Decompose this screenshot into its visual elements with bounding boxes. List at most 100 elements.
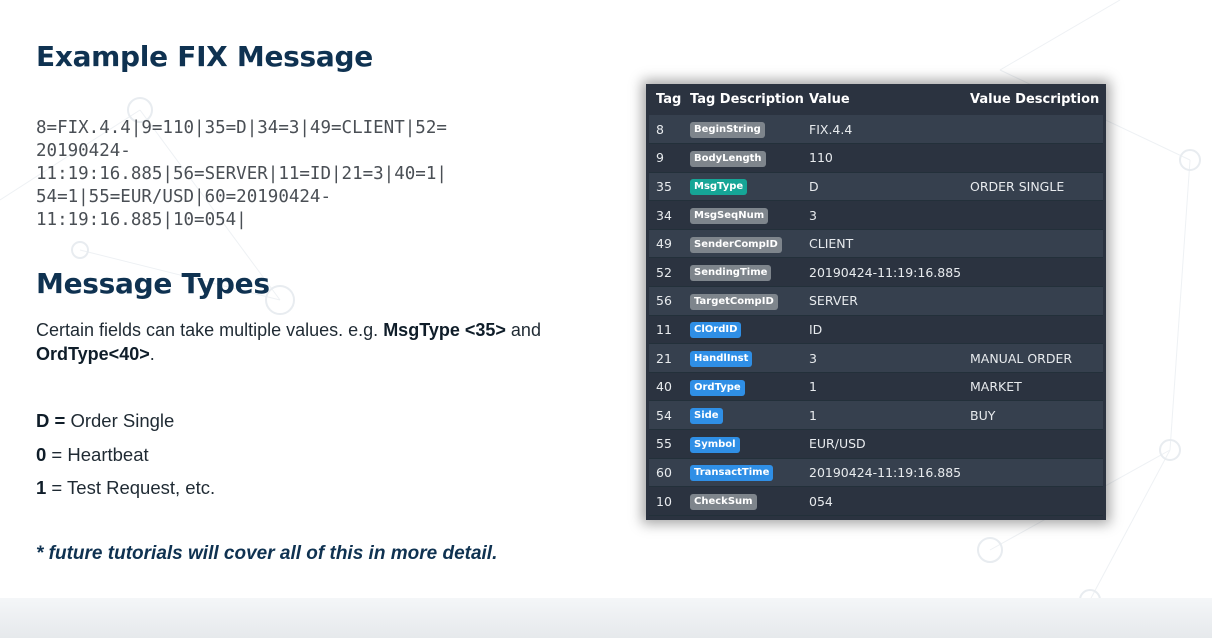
fix-fields-table-card: Tag Tag Description Value Value Descript… (646, 84, 1106, 520)
fix-message-line: 20190424- (36, 141, 131, 161)
table-row: 35 MsgType D ORDER SINGLE (649, 172, 1103, 202)
table-row: 55 Symbol EUR/USD (649, 429, 1103, 459)
tag-number: 9 (649, 143, 690, 173)
message-types-list: D = Order Single 0 = Heartbeat 1 = Test … (36, 408, 215, 509)
table-row: 60 TransactTime 20190424-11:19:16.885 (649, 458, 1103, 488)
field-value: 1 (809, 372, 970, 402)
fix-message-text: 8=FIX.4.4|9=110|35=D|34=3|49=CLIENT|52= … (36, 117, 556, 232)
field-value: D (809, 172, 970, 202)
table-row: 10 CheckSum 054 (649, 486, 1103, 516)
field-value: SERVER (809, 286, 970, 316)
tag-description-badge: OrdType (690, 379, 745, 396)
tag-number: 52 (649, 257, 690, 288)
tag-description-badge: Symbol (690, 436, 740, 453)
table-row: 34 MsgSeqNum 3 (649, 200, 1103, 230)
value-description: MANUAL ORDER (970, 343, 1103, 373)
field-value: 110 (809, 143, 970, 173)
paragraph-bold-ordtype: OrdType<40> (36, 344, 150, 364)
tag-description-badge: SenderCompID (690, 236, 782, 253)
tag-number: 11 (649, 315, 690, 345)
tag-number: 56 (649, 286, 690, 316)
value-description (970, 458, 1103, 488)
tag-number: 55 (649, 429, 690, 459)
value-description (970, 286, 1103, 316)
footnote: * future tutorials will cover all of thi… (36, 543, 498, 564)
message-type-item: 1 = Test Request, etc. (36, 475, 215, 509)
message-types-paragraph: Certain fields can take multiple values.… (36, 318, 576, 366)
tag-description-badge: MsgSeqNum (690, 208, 769, 225)
table-row: 40 OrdType 1 MARKET (649, 372, 1103, 402)
tag-description-badge: BodyLength (690, 150, 766, 167)
field-value: 3 (809, 343, 970, 373)
table-row: 56 TargetCompID SERVER (649, 286, 1103, 316)
paragraph-text: and (505, 320, 541, 340)
tag-number: 34 (649, 200, 690, 230)
message-type-code: D = (36, 410, 66, 431)
tag-description-badge: ClOrdID (690, 322, 742, 339)
fix-message-line: 8=FIX.4.4|9=110|35=D|34=3|49=CLIENT|52= (36, 118, 447, 138)
message-type-text: = Test Request, etc. (46, 477, 216, 498)
field-value: FIX.4.4 (809, 115, 970, 145)
field-value: 20190424-11:19:16.885 (809, 257, 970, 288)
value-description: BUY (970, 400, 1103, 431)
slide-title: Example FIX Message (36, 40, 373, 73)
value-description (970, 315, 1103, 345)
paragraph-bold-msgtype: MsgType <35> (383, 320, 506, 340)
value-description (970, 115, 1103, 145)
tag-number: 10 (649, 486, 690, 516)
column-header-value-description: Value Description (970, 92, 1100, 107)
field-value: 1 (809, 400, 970, 431)
table-row: 11 ClOrdID ID (649, 315, 1103, 345)
section-title-message-types: Message Types (36, 267, 270, 300)
value-description (970, 143, 1103, 173)
message-type-text: Order Single (65, 410, 175, 431)
table-row: 54 Side 1 BUY (649, 400, 1103, 431)
tag-description-badge: TargetCompID (690, 293, 778, 310)
tag-number: 8 (649, 115, 690, 145)
table-row: 9 BodyLength 110 (649, 143, 1103, 173)
tag-description-badge: CheckSum (690, 494, 757, 511)
tag-number: 49 (649, 229, 690, 259)
column-header-tag-description: Tag Description (690, 92, 804, 107)
field-value: ID (809, 315, 970, 345)
field-value: 20190424-11:19:16.885 (809, 458, 970, 488)
message-type-item: D = Order Single (36, 408, 215, 442)
table-row: 8 BeginString FIX.4.4 (649, 115, 1103, 145)
column-header-tag: Tag (656, 92, 682, 107)
value-description (970, 257, 1103, 288)
fix-fields-table: Tag Tag Description Value Value Descript… (649, 84, 1103, 516)
value-description (970, 200, 1103, 230)
table-header-row: Tag Tag Description Value Value Descript… (649, 84, 1103, 115)
tag-number: 60 (649, 458, 690, 488)
fix-message-line: 11:19:16.885|10=054| (36, 210, 247, 230)
tag-number: 21 (649, 343, 690, 373)
value-description: ORDER SINGLE (970, 172, 1103, 202)
paragraph-text: . (149, 344, 155, 364)
table-row: 52 SendingTime 20190424-11:19:16.885 (649, 257, 1103, 288)
fix-message-line: 54=1|55=EUR/USD|60=20190424- (36, 187, 332, 207)
value-description (970, 486, 1103, 516)
bottom-band (0, 598, 1212, 638)
tag-description-badge: SendingTime (690, 265, 772, 282)
table-row: 21 HandlInst 3 MANUAL ORDER (649, 343, 1103, 373)
tag-description-badge: Side (690, 408, 723, 425)
fix-message-line: 11:19:16.885|56=SERVER|11=ID|21=3|40=1| (36, 164, 447, 184)
tag-number: 40 (649, 372, 690, 402)
field-value: CLIENT (809, 229, 970, 259)
message-type-item: 0 = Heartbeat (36, 442, 215, 476)
value-description (970, 229, 1103, 259)
column-header-value: Value (809, 92, 850, 107)
tag-description-badge: HandlInst (690, 351, 753, 368)
value-description (970, 429, 1103, 459)
field-value: 3 (809, 200, 970, 230)
tag-number: 35 (649, 172, 690, 202)
tag-description-badge: BeginString (690, 122, 765, 139)
tag-number: 54 (649, 400, 690, 431)
paragraph-text: Certain fields can take multiple values.… (36, 320, 384, 340)
field-value: 054 (809, 486, 970, 516)
field-value: EUR/USD (809, 429, 970, 459)
tag-description-badge: TransactTime (690, 465, 774, 482)
message-type-code: 1 (36, 477, 47, 498)
tag-description-badge: MsgType (690, 179, 748, 196)
table-row: 49 SenderCompID CLIENT (649, 229, 1103, 259)
